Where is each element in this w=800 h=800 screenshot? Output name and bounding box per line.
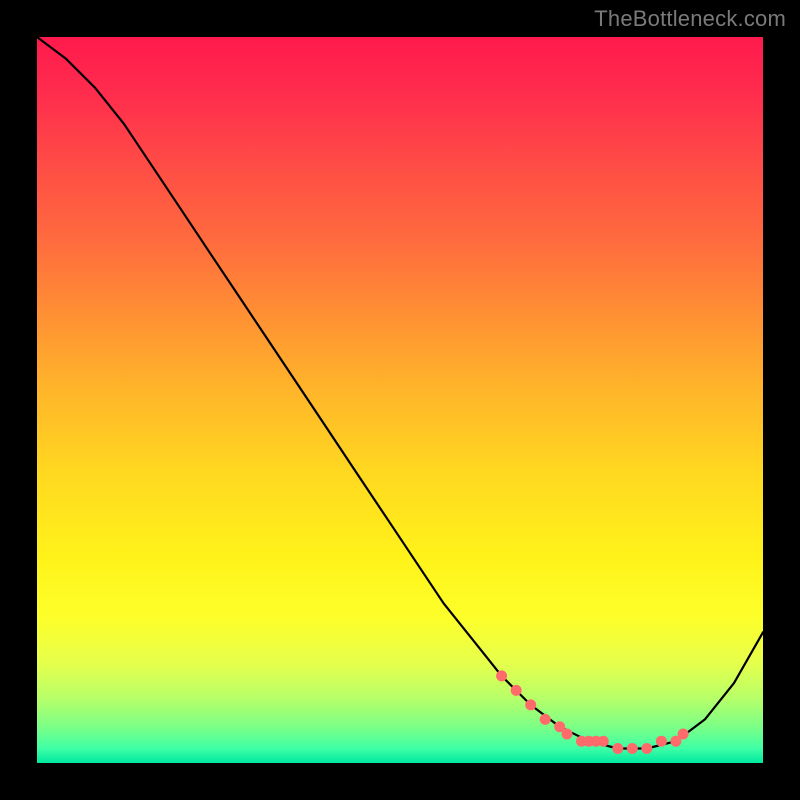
curve-path: [37, 37, 763, 749]
chart-svg: [37, 37, 763, 763]
watermark-text: TheBottleneck.com: [594, 6, 786, 32]
marker-dot: [656, 736, 667, 747]
marker-dot: [598, 736, 609, 747]
chart-frame: TheBottleneck.com: [0, 0, 800, 800]
marker-dot: [525, 699, 536, 710]
marker-dot: [612, 743, 623, 754]
marker-dot: [540, 714, 551, 725]
marker-group: [496, 670, 688, 754]
marker-dot: [678, 729, 689, 740]
marker-dot: [562, 729, 573, 740]
marker-dot: [627, 743, 638, 754]
marker-dot: [496, 670, 507, 681]
plot-area: [37, 37, 763, 763]
marker-dot: [641, 743, 652, 754]
marker-dot: [511, 685, 522, 696]
